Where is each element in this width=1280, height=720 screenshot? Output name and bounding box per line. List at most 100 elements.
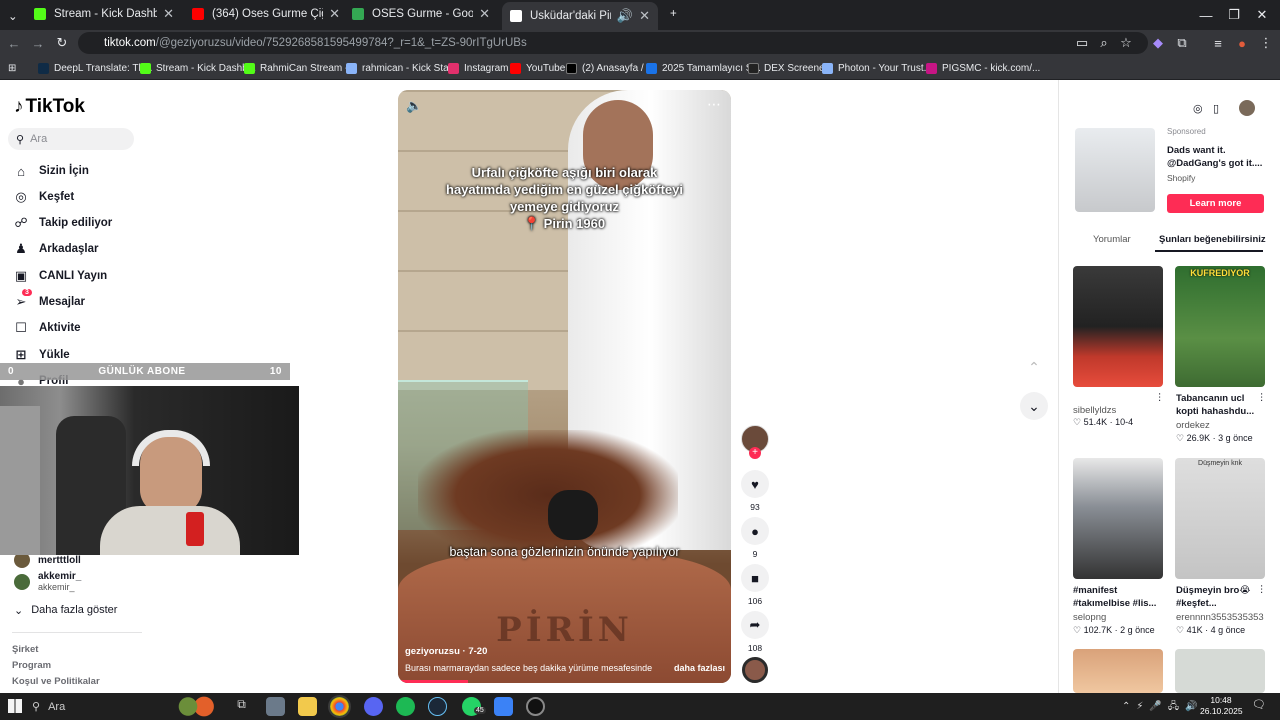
search-input[interactable]: ⚲ Ara xyxy=(8,128,134,150)
creator-avatar-block[interactable]: + xyxy=(740,425,770,459)
phone-icon[interactable]: ▯ xyxy=(1213,102,1219,115)
browser-tab[interactable]: Stream - Kick Dashboard✕ xyxy=(26,2,182,26)
reload-button[interactable]: ↻ xyxy=(50,30,74,56)
music-disc-icon[interactable] xyxy=(742,657,768,683)
bookmark[interactable]: DeepL Translate: Th... xyxy=(38,60,152,76)
music-disc[interactable] xyxy=(740,657,770,683)
notification-icon[interactable]: 🗨 xyxy=(1252,698,1266,711)
ad-thumbnail[interactable] xyxy=(1075,128,1155,212)
bookmark[interactable]: RahmiCan Stream -... xyxy=(244,60,357,76)
nav-activity[interactable]: ☐ Aktivite xyxy=(12,317,80,339)
video-thumbnail[interactable]: KUFREDIYOR xyxy=(1175,266,1265,387)
browser-tab[interactable]: (364) Oses Gurme Çiğköfte, Ka✕ xyxy=(184,2,348,26)
bookmark[interactable]: Stream - Kick Dashb... xyxy=(140,60,256,76)
video-author[interactable]: geziyoruzsu · 7-20 xyxy=(405,646,487,657)
footer-terms-link[interactable]: Koşul ve Politikalar xyxy=(12,676,100,687)
forward-button[interactable]: → xyxy=(26,30,50,56)
app-icon[interactable] xyxy=(494,697,513,716)
system-tray[interactable]: ⌃⚡🎤🖧🔊 xyxy=(1122,699,1203,716)
card-user[interactable]: selopng xyxy=(1073,612,1106,623)
speaker-icon[interactable]: 🔊 xyxy=(617,8,633,24)
comment-icon[interactable]: ● xyxy=(741,517,769,545)
card-title[interactable]: #manifest #takımelbise #lis... xyxy=(1073,584,1165,610)
chrome-icon[interactable] xyxy=(328,695,351,718)
browser-tab-active[interactable]: Üsküdar'daki Pirin 1960'da🔊✕ xyxy=(502,2,658,30)
heart-icon[interactable]: ♥ xyxy=(741,470,769,498)
ad-title[interactable]: Dads want it. @DadGang's got it.... xyxy=(1167,144,1265,170)
steam-icon[interactable] xyxy=(428,697,447,716)
star-icon[interactable]: ☆ xyxy=(1114,30,1138,56)
card-title[interactable]: Tabancanın ucl kopti hahashdu... xyxy=(1176,392,1268,418)
tab-comments[interactable]: Yorumlar xyxy=(1093,234,1131,245)
nav-friends[interactable]: ♟ Arkadaşlar xyxy=(12,238,98,260)
media-icon[interactable]: ≡ xyxy=(1206,30,1230,56)
footer-company-link[interactable]: Şirket xyxy=(12,644,38,655)
bookmark-icon[interactable]: ■ xyxy=(741,564,769,592)
following-account[interactable]: akkemir_ akkemir_ xyxy=(14,571,81,592)
see-more-link[interactable]: daha fazlası xyxy=(674,663,725,673)
file-explorer-icon[interactable] xyxy=(298,697,317,716)
card-user[interactable]: erennnn3553535353 xyxy=(1176,612,1264,623)
share-action[interactable]: ➦ 108 xyxy=(740,611,770,653)
nav-for-you[interactable]: ⌂ Sizin İçin xyxy=(12,160,89,182)
share-icon[interactable]: ➦ xyxy=(741,611,769,639)
video-thumbnail[interactable] xyxy=(1175,649,1265,693)
comment-action[interactable]: ● 9 xyxy=(740,517,770,559)
profile-avatar[interactable]: ● xyxy=(1230,30,1254,56)
whatsapp-icon[interactable]: 45 xyxy=(462,697,486,716)
learn-more-button[interactable]: Learn more xyxy=(1167,194,1264,213)
menu-icon[interactable]: ⋮ xyxy=(1254,30,1278,56)
video-player[interactable]: PİRİN 🔈 ⋯ Urfalı çiğköfte aşığı biri ola… xyxy=(398,90,731,683)
card-user[interactable]: sibellyldzs xyxy=(1073,405,1116,416)
bookmark[interactable]: DEX Screener xyxy=(748,60,828,76)
address-bar[interactable]: tiktok.com/@geziyoruzsu/video/7529268581… xyxy=(78,32,1148,54)
video-thumbnail[interactable] xyxy=(1073,266,1163,387)
browser-tab[interactable]: OSES Gurme - Google Haritalar✕ xyxy=(344,2,498,26)
tab-you-may-like[interactable]: Şunları beğenebilirsiniz xyxy=(1159,234,1266,245)
close-icon[interactable]: ✕ xyxy=(479,6,490,22)
spotify-icon[interactable] xyxy=(396,697,415,716)
next-video-button[interactable]: ⌄ xyxy=(1020,392,1048,420)
close-icon[interactable]: ✕ xyxy=(163,6,174,22)
puzzle-icon[interactable]: ⧉ xyxy=(1170,30,1194,56)
compass-icon[interactable]: ◎ xyxy=(1193,102,1203,115)
obs-icon[interactable] xyxy=(526,697,545,716)
app-icon[interactable] xyxy=(266,697,285,716)
more-options-icon[interactable]: ⋮ xyxy=(1257,584,1267,595)
back-button[interactable]: ← xyxy=(2,30,26,56)
account-avatar[interactable] xyxy=(1239,100,1255,116)
follow-plus-icon[interactable]: + xyxy=(749,447,761,459)
video-thumbnail[interactable] xyxy=(1073,649,1163,693)
new-tab-button[interactable]: + xyxy=(662,2,682,26)
more-options-icon[interactable]: ⋮ xyxy=(1257,392,1267,403)
discord-icon[interactable] xyxy=(364,697,383,716)
more-options-icon[interactable]: ⋮ xyxy=(1155,392,1165,403)
save-action[interactable]: ■ 106 xyxy=(740,564,770,606)
task-view-icon[interactable]: ⧉ xyxy=(232,697,251,716)
video-thumbnail[interactable] xyxy=(1073,458,1163,579)
more-options-icon[interactable]: ⋯ xyxy=(707,96,721,113)
bookmark[interactable]: 2025 Tamamlayıcı S... xyxy=(646,60,761,76)
video-progress-bar[interactable] xyxy=(398,680,468,683)
bookmark[interactable]: Instagram xyxy=(448,60,508,76)
window-close-button[interactable]: ✕ xyxy=(1244,0,1280,30)
card-user[interactable]: ordekez xyxy=(1176,420,1210,431)
bookmark[interactable]: YouTube xyxy=(510,60,565,76)
cast-icon[interactable]: ▭ xyxy=(1070,30,1094,56)
bookmark[interactable]: Photon - Your Trust... xyxy=(822,60,932,76)
apps-icon[interactable]: ⊞ xyxy=(8,60,16,76)
windows-start-icon[interactable] xyxy=(8,699,22,713)
card-title[interactable]: Düşmeyin bro😭 #keşfet... xyxy=(1176,584,1268,610)
bookmark[interactable]: rahmican - Kick Stat... xyxy=(346,60,460,76)
clock[interactable]: 10:48 26.10.2025 xyxy=(1200,695,1243,717)
nav-following[interactable]: ☍ Takip ediliyor xyxy=(12,212,112,234)
close-icon[interactable]: ✕ xyxy=(639,8,650,24)
tab-search-button[interactable]: ⌄ xyxy=(0,4,26,28)
show-more-button[interactable]: ⌄ Daha fazla göster xyxy=(14,600,117,620)
nav-live[interactable]: ▣ CANLI Yayın xyxy=(12,265,107,287)
volume-icon[interactable]: 🔈 xyxy=(406,98,422,114)
tiktok-logo[interactable]: ♪ TikTok xyxy=(14,96,85,118)
zoom-icon[interactable]: ⌕ xyxy=(1092,30,1116,56)
footer-program-link[interactable]: Program xyxy=(12,660,51,671)
bookmark[interactable]: (2) Anasayfa / X xyxy=(566,60,653,76)
